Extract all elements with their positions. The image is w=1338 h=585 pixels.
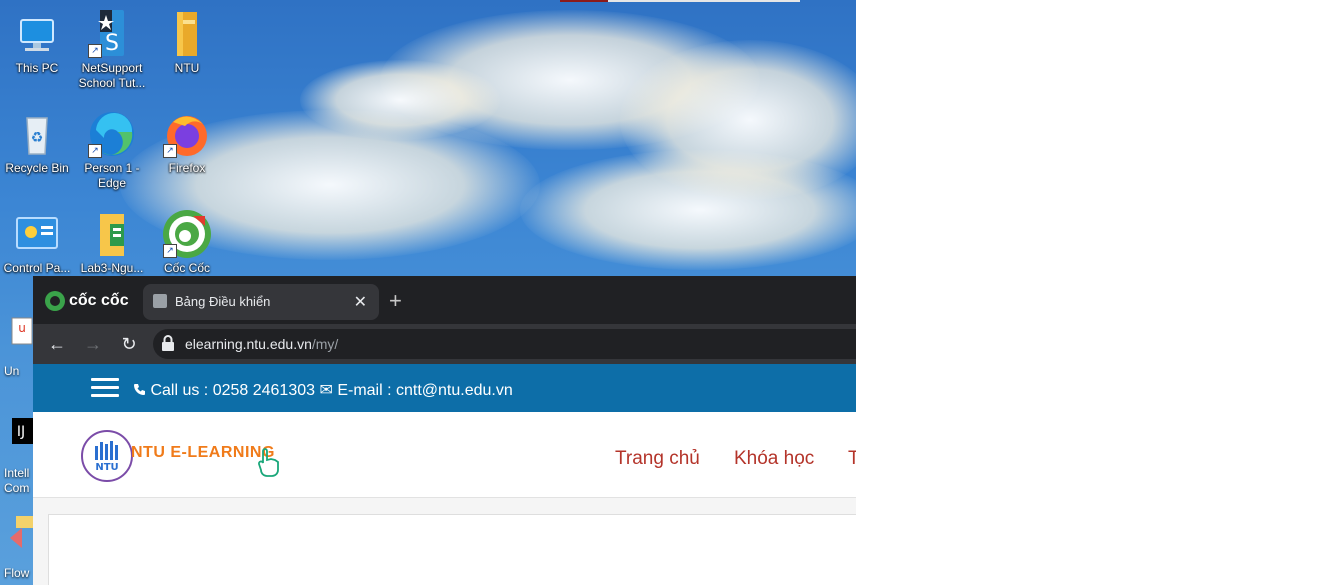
- url-text: elearning.ntu.edu.vn/my/: [185, 336, 338, 352]
- menu-home[interactable]: Trang chủ: [615, 448, 700, 470]
- folder-icon: [163, 10, 211, 58]
- control-panel-shortcut[interactable]: Control Pa...: [1, 210, 73, 276]
- edge-icon: ↗: [88, 110, 136, 158]
- address-bar[interactable]: elearning.ntu.edu.vn/my/: [153, 329, 856, 359]
- shortcut-arrow-icon: ↗: [163, 244, 177, 258]
- forward-icon[interactable]: →: [81, 332, 105, 356]
- coccoc-icon: ↗: [163, 210, 211, 258]
- icon-label: NTU: [174, 61, 200, 75]
- icon-label: Lab3-Ngu...: [80, 261, 144, 275]
- pointing-hand-icon: [258, 448, 279, 477]
- partial-icon-label: Flow: [4, 566, 30, 580]
- lock-icon: [162, 335, 174, 351]
- brand-text: cốc cốc: [69, 292, 129, 309]
- recycle-bin[interactable]: ♻ Recycle Bin: [1, 110, 73, 176]
- edge-shortcut[interactable]: ↗ Person 1 - Edge: [76, 110, 148, 191]
- ntu-logo[interactable]: NTU: [81, 430, 133, 482]
- svg-text:S: S: [105, 31, 119, 56]
- url-path: /my/: [311, 336, 339, 352]
- logo-circle-text: NTU: [95, 462, 118, 473]
- coccoc-brand[interactable]: cốc cốc: [45, 291, 129, 311]
- partial-icon-label: Un: [4, 364, 20, 378]
- icon-label: NetSupport School Tut...: [78, 61, 146, 90]
- phone-icon: [134, 384, 145, 395]
- url-host: elearning.ntu.edu.vn: [185, 336, 312, 352]
- coccoc-shortcut[interactable]: ↗ Cốc Cốc: [151, 210, 223, 276]
- menu-item-partial[interactable]: T: [848, 448, 856, 470]
- icon-label: Control Pa...: [3, 261, 71, 275]
- contact-header: Call us : 0258 2461303 ✉ E-mail : cntt@n…: [33, 364, 856, 412]
- tab-strip: cốc cốc Bảng Điều khiển ✕ +: [33, 276, 856, 324]
- firefox-shortcut[interactable]: ↗ Firefox: [151, 110, 223, 176]
- svg-text:u: u: [18, 321, 26, 335]
- shortcut-arrow-icon: ↗: [88, 44, 102, 58]
- icon-label: Cốc Cốc: [163, 261, 210, 275]
- menu-courses[interactable]: Khóa học: [734, 448, 814, 470]
- window-fragment: [560, 0, 800, 2]
- icon-label: Firefox: [168, 161, 206, 175]
- shortcut-arrow-icon: ↗: [88, 144, 102, 158]
- tab-dashboard[interactable]: Bảng Điều khiển ✕: [143, 284, 379, 320]
- icon-label: Person 1 - Edge: [84, 161, 140, 190]
- icon-label: This PC: [15, 61, 59, 75]
- svg-text:♻: ♻: [31, 130, 44, 146]
- browser-window: cốc cốc Bảng Điều khiển ✕ + ← → ↻ elearn…: [33, 276, 856, 585]
- intellij-icon[interactable]: IJ: [8, 416, 34, 456]
- flow-icon[interactable]: [8, 514, 34, 554]
- back-icon[interactable]: ←: [45, 332, 69, 356]
- lab3-shortcut[interactable]: Lab3-Ngu...: [76, 210, 148, 276]
- close-icon[interactable]: ✕: [354, 292, 367, 312]
- contact-info: Call us : 0258 2461303 ✉ E-mail : cntt@n…: [133, 380, 513, 400]
- firefox-icon: ↗: [163, 110, 211, 158]
- recycle-bin-icon: ♻: [13, 110, 61, 158]
- contact-text: Call us : 0258 2461303 ✉ E-mail : cntt@n…: [150, 382, 513, 399]
- webpage: Call us : 0258 2461303 ✉ E-mail : cntt@n…: [33, 364, 856, 585]
- svg-text:IJ: IJ: [17, 424, 25, 440]
- logo-text: NTU E-LEARNING: [131, 444, 275, 461]
- netsupport-icon: S ↗: [88, 10, 136, 58]
- partial-app-icon[interactable]: u: [8, 316, 34, 356]
- main-content-card: [48, 514, 856, 585]
- netsupport-shortcut[interactable]: S ↗ NetSupport School Tut...: [76, 10, 148, 91]
- control-panel-icon: [13, 210, 61, 258]
- coccoc-logo-icon: [45, 291, 65, 311]
- browser-toolbar: ← → ↻ elearning.ntu.edu.vn/my/: [33, 324, 856, 364]
- tab-favicon-icon: [153, 294, 167, 308]
- partial-icon-label: Intell Com: [4, 466, 30, 495]
- site-navbar: NTU NTU E-LEARNING Trang chủ Khóa học T: [33, 412, 856, 498]
- reload-icon[interactable]: ↻: [117, 332, 141, 356]
- hamburger-menu-icon[interactable]: [91, 378, 119, 398]
- archive-folder-icon: [88, 210, 136, 258]
- icon-label: Recycle Bin: [5, 161, 69, 175]
- tab-title: Bảng Điều khiển: [175, 294, 271, 309]
- shortcut-arrow-icon: ↗: [163, 144, 177, 158]
- computer-icon: [13, 10, 61, 58]
- ntu-folder[interactable]: NTU: [151, 10, 223, 76]
- new-tab-button[interactable]: +: [389, 290, 402, 312]
- this-pc-shortcut[interactable]: This PC: [1, 10, 73, 76]
